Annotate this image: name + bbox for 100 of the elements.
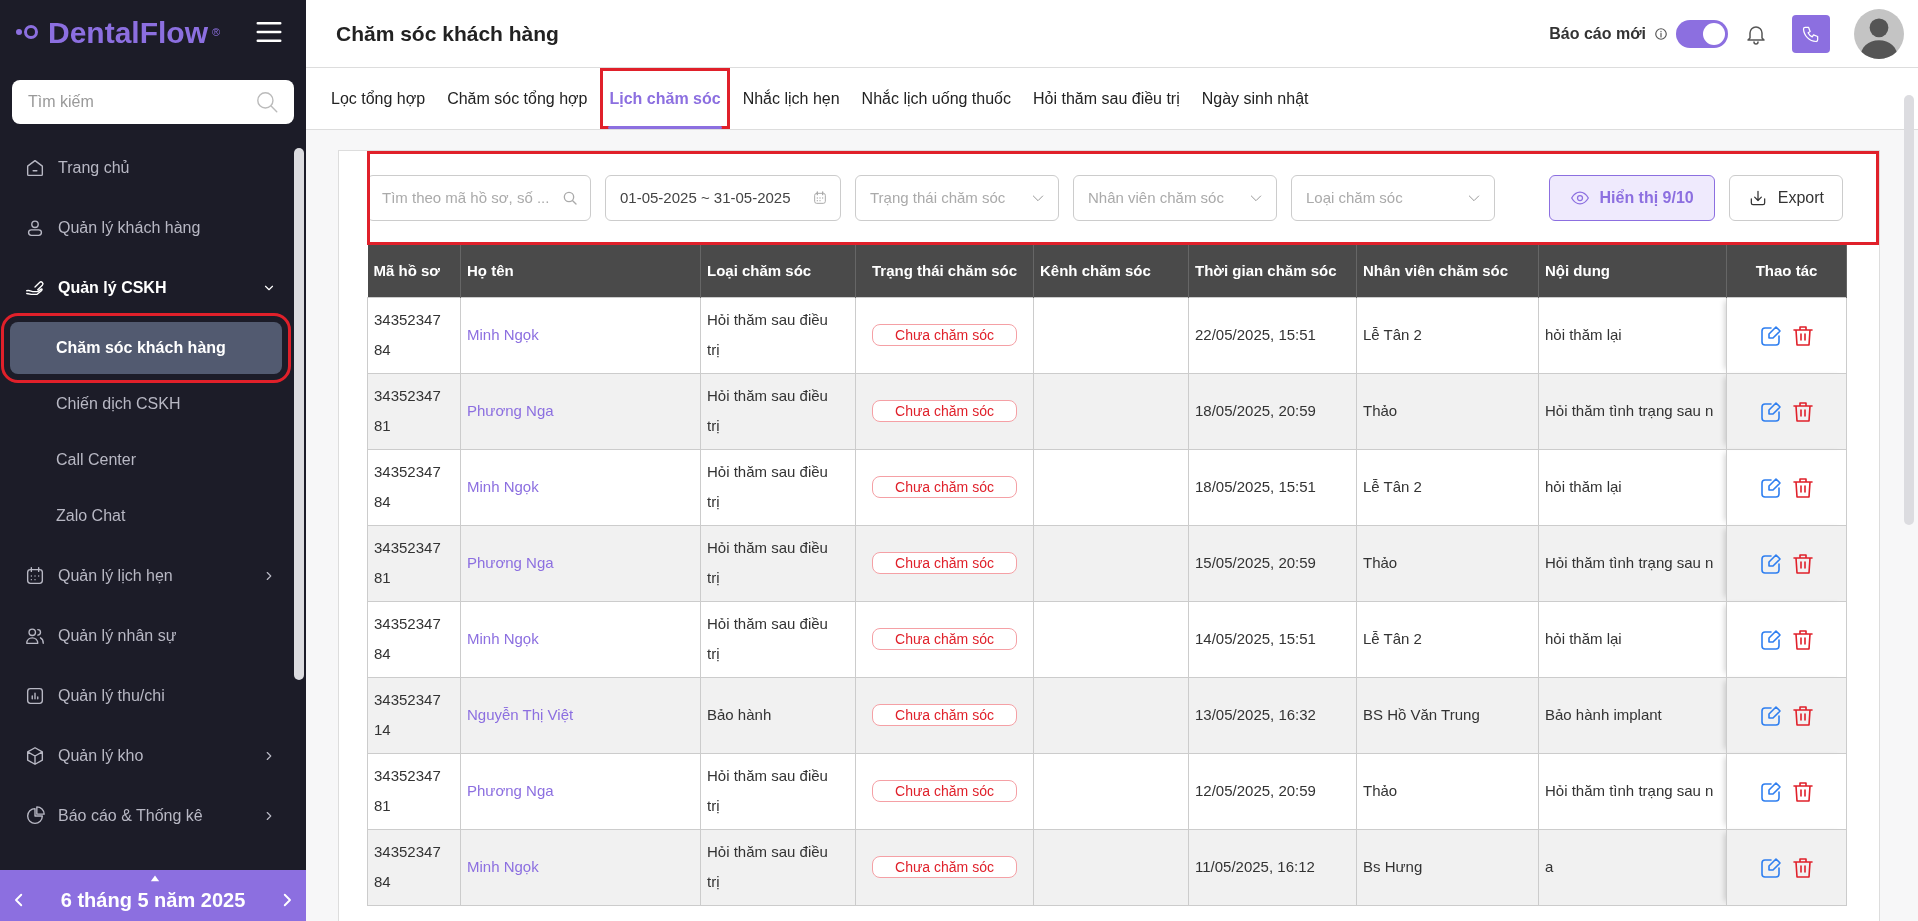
column-header: Họ tên xyxy=(460,245,701,297)
search-field[interactable]: Tìm kiếm xyxy=(26,89,254,115)
edit-icon xyxy=(1758,628,1783,653)
scrollbar[interactable] xyxy=(1904,95,1914,525)
phone-button[interactable] xyxy=(1792,14,1830,53)
select-field[interactable]: Trạng thái chăm sóc xyxy=(868,185,1022,211)
sidebar-item[interactable]: Quản lý khách hàng xyxy=(0,198,290,258)
customer-name-link[interactable]: Phương Nga xyxy=(467,402,554,419)
care-type: Hỏi thăm sau điều trị xyxy=(700,297,856,373)
home-icon xyxy=(24,157,46,179)
sidebar-item[interactable]: Quản lý CSKH xyxy=(0,258,290,318)
status-badge: Chưa chăm sóc xyxy=(872,704,1017,726)
content-text: a xyxy=(1538,829,1727,905)
caret-up-icon[interactable] xyxy=(148,873,162,883)
date-range-picker[interactable]: 01-05-2025 ~ 31-05-2025 xyxy=(605,175,841,221)
status-badge: Chưa chăm sóc xyxy=(872,476,1017,498)
customer-name-link[interactable]: Minh Ngọk xyxy=(467,858,539,875)
tab[interactable]: Lọc tổng hợp xyxy=(322,68,435,129)
info-icon xyxy=(1654,26,1668,41)
sidebar-item[interactable]: Quản lý kho xyxy=(0,726,290,786)
search-box[interactable]: Tìm kiếm xyxy=(12,80,294,124)
staff-name: Thảo xyxy=(1356,373,1539,449)
staff-name: Bs Hưng xyxy=(1356,829,1539,905)
care-time: 12/05/2025, 20:59 xyxy=(1188,753,1357,829)
record-id: 3435234781 xyxy=(367,373,461,449)
customer-name-link[interactable]: Phương Nga xyxy=(467,554,554,571)
edit-icon xyxy=(1758,476,1783,501)
status-badge: Chưa chăm sóc xyxy=(872,856,1017,878)
date-range-field[interactable]: 01-05-2025 ~ 31-05-2025 xyxy=(618,185,804,211)
status-badge: Chưa chăm sóc xyxy=(872,780,1017,802)
select-field[interactable]: Nhân viên chăm sóc xyxy=(1086,185,1240,211)
record-id: 3435234784 xyxy=(367,829,461,905)
select-field[interactable]: Loại chăm sóc xyxy=(1304,185,1458,211)
care-time: 18/05/2025, 15:51 xyxy=(1188,449,1357,525)
care-type: Hỏi thăm sau điều trị xyxy=(700,449,856,525)
record-id: 3435234784 xyxy=(367,601,461,677)
column-header: Nhân viên chăm sóc xyxy=(1356,245,1539,297)
scrollbar[interactable] xyxy=(294,148,304,680)
column-header: Trạng thái chăm sóc xyxy=(855,245,1034,297)
tab[interactable]: Chăm sóc tổng hợp xyxy=(438,68,597,129)
staff-name: Lễ Tân 2 xyxy=(1356,297,1539,373)
care-type: Bảo hành xyxy=(700,677,856,753)
care-type: Hỏi thăm sau điều trị xyxy=(700,753,856,829)
status-badge: Chưa chăm sóc xyxy=(872,552,1017,574)
staff-name: Lễ Tân 2 xyxy=(1356,601,1539,677)
tab[interactable]: Nhắc lịch hẹn xyxy=(733,68,849,129)
sidebar-item[interactable]: Trang chủ xyxy=(0,138,290,198)
export-button[interactable]: Export xyxy=(1728,175,1843,221)
care-time: 11/05/2025, 16:12 xyxy=(1188,829,1357,905)
status-badge: Chưa chăm sóc xyxy=(872,628,1017,650)
content-text: Hỏi thăm tình trạng sau n xyxy=(1538,753,1727,829)
status-badge: Chưa chăm sóc xyxy=(872,400,1017,422)
record-id: 3435234784 xyxy=(367,297,461,373)
trash-icon xyxy=(1790,704,1815,729)
search-field[interactable]: Tìm theo mã hồ sơ, số ... xyxy=(380,185,554,211)
sidebar-item[interactable]: Quản lý nhân sự xyxy=(0,606,290,666)
content-text: Hỏi thăm tình trạng sau n xyxy=(1538,525,1727,601)
dropdown-select[interactable]: Loại chăm sóc xyxy=(1291,175,1495,221)
customer-name-link[interactable]: Minh Ngọk xyxy=(467,630,539,647)
dropdown-select[interactable]: Nhân viên chăm sóc xyxy=(1073,175,1277,221)
customer-name-link[interactable]: Minh Ngọk xyxy=(467,478,539,495)
trash-icon xyxy=(1790,780,1815,805)
edit-icon xyxy=(1758,780,1783,805)
users-icon xyxy=(24,625,46,647)
dropdown-select[interactable]: Trạng thái chăm sóc xyxy=(855,175,1059,221)
staff-name: BS Hồ Văn Trung xyxy=(1356,677,1539,753)
column-header: Loại chăm sóc xyxy=(700,245,856,297)
edit-icon xyxy=(1758,400,1783,425)
trash-icon xyxy=(1790,476,1815,501)
care-type: Hỏi thăm sau điều trị xyxy=(700,525,856,601)
trash-icon xyxy=(1790,400,1815,425)
record-id: 3435234781 xyxy=(367,753,461,829)
content-text: hỏi thăm lại xyxy=(1538,449,1727,525)
status-badge: Chưa chăm sóc xyxy=(872,324,1017,346)
care-type: Hỏi thăm sau điều trị xyxy=(700,373,856,449)
sidebar-item[interactable]: Quản lý lịch hẹn xyxy=(0,546,290,606)
sidebar-item[interactable]: Báo cáo & Thống kê xyxy=(0,786,290,846)
toggle-switch[interactable] xyxy=(1676,19,1728,48)
tab[interactable]: Nhắc lịch uống thuốc xyxy=(852,68,1020,129)
box-icon xyxy=(24,745,46,767)
search-box[interactable]: Tìm theo mã hồ sơ, số ... xyxy=(367,175,591,221)
sidebar-subitem[interactable]: Zalo Chat xyxy=(10,490,282,542)
column-header: Thời gian chăm sóc xyxy=(1188,245,1357,297)
trash-icon xyxy=(1790,628,1815,653)
customer-name-link[interactable]: Nguyễn Thị Việt xyxy=(467,706,574,723)
column-header: Nội dung xyxy=(1538,245,1727,297)
customer-name-link[interactable]: Phương Nga xyxy=(467,782,554,799)
sidebar-subitem[interactable]: Call Center xyxy=(10,434,282,486)
customer-name-link[interactable]: Minh Ngọk xyxy=(467,326,539,343)
content-text: hỏi thăm lại xyxy=(1538,601,1727,677)
avatar[interactable] xyxy=(1854,8,1904,59)
calendar-icon xyxy=(24,565,46,587)
trash-icon xyxy=(1790,856,1815,881)
tab[interactable]: Hỏi thăm sau điều trị xyxy=(1024,68,1189,129)
search-icon xyxy=(254,89,280,115)
sidebar-subitem[interactable]: Chiến dịch CSKH xyxy=(10,378,282,430)
tab[interactable]: Lịch chăm sóc xyxy=(600,68,730,129)
sidebar-item[interactable]: Quản lý thu/chi xyxy=(0,666,290,726)
tab[interactable]: Ngày sinh nhật xyxy=(1192,68,1318,129)
record-id: 3435234784 xyxy=(367,449,461,525)
